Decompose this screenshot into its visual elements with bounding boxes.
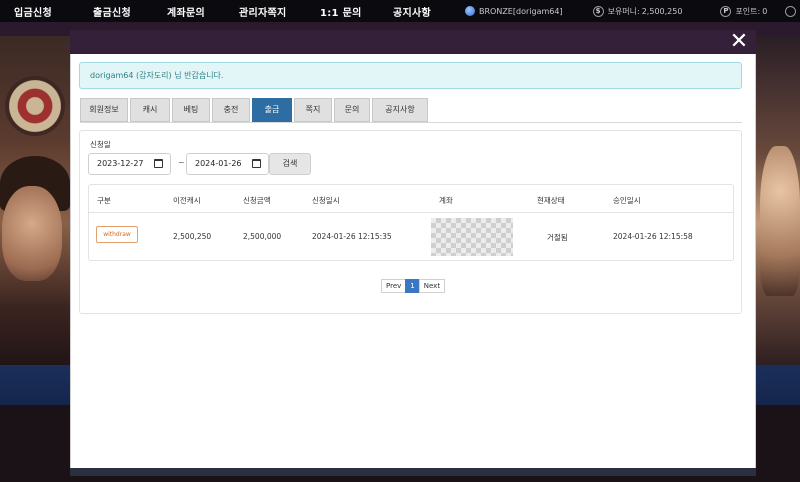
search-button[interactable]: 검색 bbox=[269, 153, 311, 175]
tab-cash[interactable]: 캐시 bbox=[130, 98, 170, 122]
welcome-alert: dorigam64 (감자도리) 님 반갑습니다. bbox=[79, 62, 742, 89]
money-colon: : bbox=[637, 6, 640, 16]
calendar-icon[interactable] bbox=[252, 159, 261, 168]
nav-withdraw-request[interactable]: 출금신청 bbox=[93, 4, 131, 19]
tab-withdraw[interactable]: 출금 bbox=[252, 98, 292, 122]
tab-betting[interactable]: 베팅 bbox=[172, 98, 210, 122]
tab-message[interactable]: 쪽지 bbox=[294, 98, 332, 122]
background-wheel bbox=[5, 76, 65, 136]
header-approval-datetime: 승인일시 bbox=[613, 196, 641, 205]
money-icon: $ bbox=[592, 5, 604, 17]
nav-admin-message[interactable]: 관리자쪽지 bbox=[239, 4, 287, 19]
end-date-input[interactable]: 2024-01-26 bbox=[186, 153, 269, 175]
tab-charge[interactable]: 충전 bbox=[212, 98, 250, 122]
nav-deposit-request[interactable]: 입금신청 bbox=[14, 4, 52, 19]
money-value: 2,500,250 bbox=[641, 6, 683, 16]
start-date-input[interactable]: 2023-12-27 bbox=[88, 153, 171, 175]
header-previous-cash: 이전캐시 bbox=[173, 196, 201, 205]
nav-one-to-one-inquiry[interactable]: 1:1 문의 bbox=[320, 4, 362, 19]
username-close-bracket: ] bbox=[559, 6, 563, 16]
header-request-datetime: 신청일시 bbox=[312, 196, 340, 205]
cell-previous-cash: 2,500,250 bbox=[173, 232, 212, 241]
tab-divider bbox=[80, 122, 742, 123]
tab-notice[interactable]: 공지사항 bbox=[372, 98, 428, 122]
close-icon[interactable]: ✕ bbox=[728, 31, 750, 53]
header-current-status: 현재상태 bbox=[537, 196, 565, 205]
header-type: 구분 bbox=[97, 196, 111, 205]
grade-badge-icon bbox=[465, 6, 475, 16]
table-header-divider bbox=[89, 212, 733, 213]
end-date-value: 2024-01-26 bbox=[195, 159, 242, 168]
pagination: Prev 1 Next bbox=[381, 279, 446, 293]
point-colon: : bbox=[757, 6, 761, 16]
request-date-label: 신청일 bbox=[90, 140, 111, 149]
start-date-value: 2023-12-27 bbox=[97, 159, 144, 168]
tab-member-info[interactable]: 회원정보 bbox=[80, 98, 128, 122]
next-page-button[interactable]: Next bbox=[418, 279, 446, 293]
background-character-face bbox=[2, 186, 62, 281]
user-status-area: BRONZE [ dorigam64 ] $ 보유머니 : 2,500,250 … bbox=[465, 0, 800, 22]
user-grade: BRONZE bbox=[479, 6, 513, 16]
withdraw-panel: 신청일 2023-12-27 ~ 2024-01-26 검색 구분 이전캐시 신… bbox=[79, 130, 742, 314]
top-navigation: 입금신청 출금신청 계좌문의 관리자쪽지 1:1 문의 공지사항 BRONZE … bbox=[0, 0, 800, 22]
modal-tabs: 회원정보 캐시 베팅 충전 출금 쪽지 문의 공지사항 bbox=[80, 98, 430, 122]
cell-approval-datetime: 2024-01-26 12:15:58 bbox=[613, 232, 693, 241]
background-art-right bbox=[756, 36, 800, 376]
money-label: 보유머니 bbox=[607, 6, 638, 16]
nav-account-inquiry[interactable]: 계좌문의 bbox=[167, 4, 205, 19]
prev-page-button[interactable]: Prev bbox=[381, 279, 407, 293]
current-page-button[interactable]: 1 bbox=[405, 279, 420, 293]
my-page-modal: ✕ dorigam64 (감자도리) 님 반갑습니다. 회원정보 캐시 베팅 충… bbox=[70, 30, 756, 476]
background-art-left bbox=[0, 36, 70, 376]
cell-request-datetime: 2024-01-26 12:15:35 bbox=[312, 232, 392, 241]
calendar-icon[interactable] bbox=[154, 159, 163, 168]
header-account: 계좌 bbox=[439, 196, 453, 205]
nav-notice[interactable]: 공지사항 bbox=[393, 4, 431, 19]
header-request-amount: 신청금액 bbox=[243, 196, 271, 205]
point-value: 0 bbox=[762, 6, 768, 16]
modal-header: ✕ bbox=[70, 30, 756, 54]
withdraw-type-badge: withdraw bbox=[96, 226, 138, 243]
username: dorigam64 bbox=[516, 6, 560, 16]
logout-icon[interactable] bbox=[785, 5, 797, 17]
point-label: 포인트 bbox=[735, 6, 758, 16]
account-image-placeholder bbox=[431, 218, 513, 256]
withdraw-history-table: 구분 이전캐시 신청금액 신청일시 계좌 현재상태 승인일시 withdraw … bbox=[88, 184, 734, 261]
modal-bottom-bar bbox=[70, 468, 756, 476]
date-range-separator: ~ bbox=[178, 158, 185, 167]
cell-request-amount: 2,500,000 bbox=[243, 232, 282, 241]
modal-body: dorigam64 (감자도리) 님 반갑습니다. 회원정보 캐시 베팅 충전 … bbox=[70, 54, 756, 468]
cell-status: 거절됨 bbox=[547, 233, 568, 242]
background-character-figure bbox=[760, 146, 800, 296]
point-icon: P bbox=[720, 5, 732, 17]
tab-inquiry[interactable]: 문의 bbox=[334, 98, 370, 122]
